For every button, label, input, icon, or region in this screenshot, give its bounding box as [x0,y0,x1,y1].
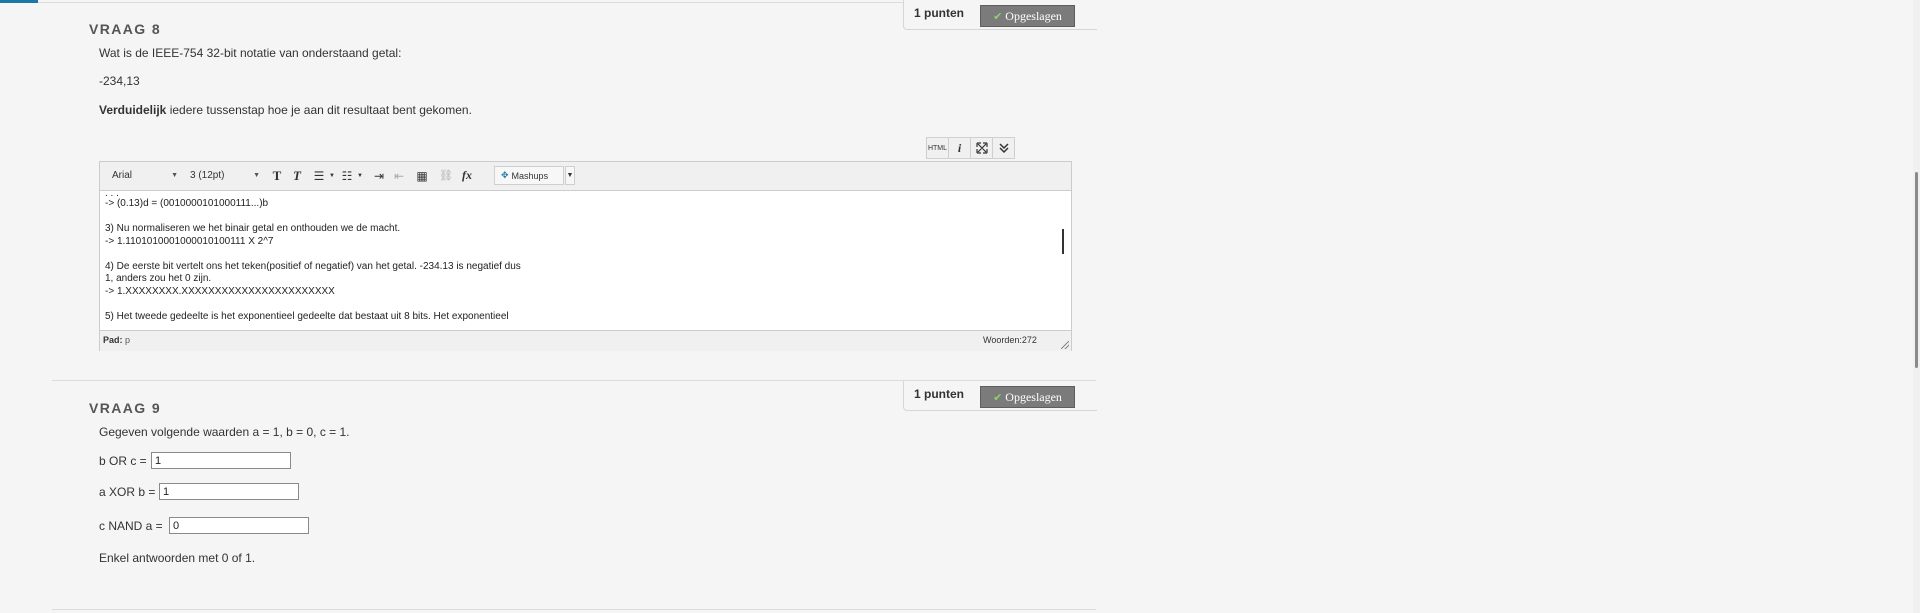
field-label: c NAND a = [99,519,163,533]
content-line [105,248,1063,261]
content-line: 5) Het tweede gedeelte is het exponentie… [105,310,509,322]
bullet-list-icon[interactable]: ☰ [310,166,328,185]
chevron-down-icon: ▼ [171,172,178,179]
mashups-button[interactable]: ✥ Mashups [494,166,564,185]
points-label: 1 punten [914,6,964,20]
content-line: . . . [105,191,119,199]
word-count: Woorden:272 [983,335,1037,345]
check-icon: ✔ [993,10,1003,23]
info-button[interactable]: i [948,137,971,159]
link-icon[interactable]: ⛓ [437,166,455,185]
collapse-icon[interactable] [992,137,1015,159]
question-status-box: 1 punten ✔ Opgeslagen [903,0,1097,30]
font-size-value: 3 (12pt) [190,170,225,181]
numbered-list-icon[interactable]: ☷ [338,166,356,185]
question-prompt: Wat is de IEEE-754 32-bit notatie van on… [99,46,402,60]
content-line: 1, anders zou het 0 zijn. [105,273,212,284]
chevron-down-icon[interactable]: ▼ [328,166,336,185]
instruction-bold: Verduidelijk [99,103,167,117]
check-icon: ✔ [993,391,1003,404]
content-line: -> 1.1101010001000010100111 X 2^7 [105,235,274,247]
editor-scrollbar[interactable] [1062,229,1064,254]
question-title: VRAAG 8 [89,21,162,37]
table-icon[interactable]: ▦ [413,166,431,185]
question-note: Enkel antwoorden met 0 of 1. [99,551,256,565]
chevron-down-icon[interactable]: ▼ [356,166,364,185]
content-line: 3) Nu normaliseren we het binair getal e… [105,223,401,234]
editor-content[interactable]: . . . -> (0.13)d = (0010000101000111...)… [100,191,1063,329]
font-family-value: Arial [112,170,133,181]
editor-top-tools: HTML i [926,137,1015,159]
html-source-button[interactable]: HTML [926,137,949,159]
mashups-label: Mashups [511,170,549,181]
question-prompt: Gegeven volgende waarden a = 1, b = 0, c… [99,425,350,439]
italic-icon[interactable]: T [289,166,305,185]
mashups-icon: ✥ [501,170,509,180]
saved-label: Opgeslagen [1005,8,1062,23]
top-accent-bar [0,0,38,3]
field-label: b OR c = [99,454,147,468]
chevron-down-icon[interactable]: ▼ [565,166,575,185]
instruction-rest: iedere tussenstap hoe je aan dit resulta… [166,103,472,117]
path-value[interactable]: p [125,335,130,345]
bottom-divider [52,609,1096,610]
indent-icon[interactable]: ⇥ [370,166,388,185]
question-status-box: 1 punten ✔ Opgeslagen [903,381,1097,411]
rich-text-editor[interactable]: Arial ▼ 3 (12pt) ▼ T T ☰ ▼ ☷ ▼ ⇥ ⇤ ▦ ⛓ fx … [99,161,1072,351]
question-9: VRAAG 9 1 punten ✔ Opgeslagen Gegeven vo… [52,380,1097,611]
content-line: -> (0.13)d = (0010000101000111...)b [105,198,269,209]
content-line [105,298,1063,311]
saved-badge: ✔ Opgeslagen [980,386,1075,408]
field-label: a XOR b = [99,485,156,499]
chevron-down-icon: ▼ [253,172,260,179]
b-or-c-input[interactable]: 1 [151,452,291,469]
path-label: Pad: [103,335,123,345]
content-line: -> 1.XXXXXXXX.XXXXXXXXXXXXXXXXXXXXXXX [105,285,335,297]
editor-toolbar: Arial ▼ 3 (12pt) ▼ T T ☰ ▼ ☷ ▼ ⇥ ⇤ ▦ ⛓ fx … [100,162,1071,191]
points-label: 1 punten [914,387,964,401]
saved-badge: ✔ Opgeslagen [980,5,1075,27]
content-line: 4) De eerste bit vertelt ons het teken(p… [105,260,521,272]
content-line [105,211,1063,224]
font-size-select[interactable]: 3 (12pt) ▼ [182,166,264,185]
resize-handle-icon[interactable] [1061,341,1069,349]
question-title: VRAAG 9 [89,400,162,416]
expand-icon[interactable] [970,137,993,159]
outdent-icon[interactable]: ⇤ [390,166,408,185]
c-nand-a-input[interactable]: 0 [169,517,309,534]
a-xor-b-input[interactable]: 1 [159,483,299,500]
question-instruction: Verduidelijk iedere tussenstap hoe je aa… [99,103,472,117]
saved-label: Opgeslagen [1005,389,1062,404]
font-family-select[interactable]: Arial ▼ [104,166,182,185]
question-number: -234,13 [99,74,140,88]
formula-icon[interactable]: fx [457,166,477,185]
editor-statusbar: Pad: p Woorden:272 [100,330,1071,351]
bold-icon[interactable]: T [269,166,285,185]
path-indicator: Pad: p [103,335,130,345]
page-scrollbar-thumb[interactable] [1915,172,1918,368]
